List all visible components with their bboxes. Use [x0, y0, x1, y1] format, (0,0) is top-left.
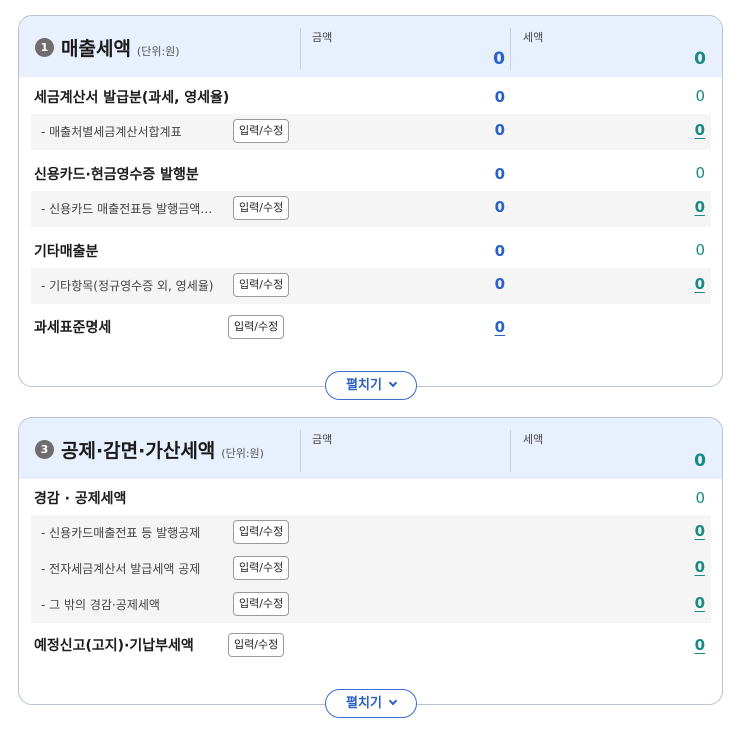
column-divider [300, 430, 301, 472]
column-divider [510, 430, 511, 472]
row-amount: 0 [494, 275, 505, 293]
panel-header: 3 공제·감면·가산세액 (단위:원) 금액 세액 0 [19, 418, 722, 479]
edit-button[interactable]: 입력/수정 [233, 520, 290, 544]
total-amount: 0 [493, 49, 505, 69]
row-label: 세금계산서 발급분(과세, 영세율) [34, 90, 230, 106]
row-amount: 0 [494, 198, 505, 216]
row-amount: 0 [494, 88, 505, 106]
list-item: - 신용카드 매출전표등 발행금액… 입력/수정 0 0 [31, 191, 711, 227]
edit-button[interactable]: 입력/수정 [233, 119, 290, 143]
row-label: - 매출처별세금계산서합계표 [41, 125, 182, 139]
sub-items-block: - 신용카드매출전표 등 발행공제 입력/수정 0 - 전자세금계산서 발급세액… [31, 515, 711, 623]
row-label: 기타매출분 [34, 244, 99, 260]
list-item: 예정신고(고지)·기납부세액 입력/수정 0 [19, 626, 722, 666]
row-tax-link[interactable]: 0 [645, 636, 705, 654]
panel-header: 1 매출세액 (단위:원) 금액 0 세액 0 [19, 16, 722, 77]
expand-label: 펼치기 [346, 378, 382, 393]
row-tax-link[interactable]: 0 [645, 275, 705, 293]
unit-label: (단위:원) [221, 447, 264, 460]
row-label: - 신용카드매출전표 등 발행공제 [41, 526, 201, 540]
row-label: 경감 · 공제세액 [34, 491, 127, 507]
row-tax: 0 [695, 164, 705, 182]
amount-column-header: 금액 [312, 31, 333, 44]
unit-label: (단위:원) [136, 45, 180, 58]
row-label: - 신용카드 매출전표등 발행금액… [41, 202, 213, 216]
amount-column-header: 금액 [312, 433, 333, 446]
list-item: - 그 밖의 경감·공제세액 입력/수정 0 [31, 587, 711, 623]
edit-button[interactable]: 입력/수정 [233, 556, 290, 580]
expand-button[interactable]: 펼치기 [325, 371, 417, 400]
column-divider [510, 28, 511, 70]
row-label: 예정신고(고지)·기납부세액 [34, 638, 194, 654]
list-item: 경감 · 공제세액 0 [19, 480, 722, 515]
row-amount-link[interactable]: 0 [445, 318, 505, 336]
list-item: - 기타항목(정규영수증 외, 영세율) 입력/수정 0 0 [31, 268, 711, 304]
list-item: 과세표준명세 입력/수정 0 [19, 308, 722, 348]
panel-title: 공제·감면·가산세액 (단위:원) [61, 436, 264, 463]
edit-button[interactable]: 입력/수정 [233, 273, 290, 297]
panel-title-text: 매출세액 [61, 38, 131, 60]
chevron-down-icon [388, 696, 398, 706]
total-tax: 0 [694, 451, 706, 471]
row-label: - 전자세금계산서 발급세액 공제 [41, 562, 201, 576]
tax-column-header: 세액 [523, 433, 544, 446]
sales-tax-panel: 1 매출세액 (단위:원) 금액 0 세액 0 세금계산서 발급분(과세, 영세율… [18, 15, 723, 387]
panel-title: 매출세액 (단위:원) [61, 34, 180, 61]
row-amount: 0 [494, 165, 505, 183]
row-tax-link[interactable]: 0 [645, 121, 705, 139]
column-divider [300, 28, 301, 70]
row-tax: 0 [695, 489, 705, 507]
row-tax-link[interactable]: 0 [645, 522, 705, 540]
list-item: - 전자세금계산서 발급세액 공제 입력/수정 0 [31, 551, 711, 587]
list-item: - 신용카드매출전표 등 발행공제 입력/수정 0 [31, 515, 711, 551]
row-label: 과세표준명세 [34, 320, 112, 336]
row-label: 신용카드·현금영수증 발행분 [34, 167, 199, 183]
edit-button[interactable]: 입력/수정 [228, 633, 285, 657]
panel-title-text: 공제·감면·가산세액 [61, 440, 216, 462]
deduction-panel: 3 공제·감면·가산세액 (단위:원) 금액 세액 0 경감 · 공제세액 0 -… [18, 417, 723, 705]
list-item: 신용카드·현금영수증 발행분 0 0 [19, 155, 722, 191]
list-item: 기타매출분 0 0 [19, 232, 722, 268]
row-amount: 0 [494, 242, 505, 260]
edit-button[interactable]: 입력/수정 [233, 196, 290, 220]
section-number-badge: 3 [35, 440, 54, 459]
list-item: 세금계산서 발급분(과세, 영세율) 0 0 [19, 78, 722, 114]
tax-column-header: 세액 [523, 31, 544, 44]
edit-button[interactable]: 입력/수정 [233, 592, 290, 616]
total-tax: 0 [694, 49, 706, 69]
row-tax-link[interactable]: 0 [645, 594, 705, 612]
expand-button[interactable]: 펼치기 [325, 689, 417, 718]
row-tax-link[interactable]: 0 [645, 198, 705, 216]
section-number-badge: 1 [35, 38, 54, 57]
row-tax: 0 [695, 87, 705, 105]
row-tax: 0 [695, 241, 705, 259]
row-label: - 기타항목(정규영수증 외, 영세율) [41, 279, 214, 293]
list-item: - 매출처별세금계산서합계표 입력/수정 0 0 [31, 114, 711, 150]
row-tax-link[interactable]: 0 [645, 558, 705, 576]
expand-label: 펼치기 [346, 696, 382, 711]
row-label: - 그 밖의 경감·공제세액 [41, 598, 160, 612]
chevron-down-icon [388, 378, 398, 388]
edit-button[interactable]: 입력/수정 [228, 315, 285, 339]
row-amount: 0 [494, 121, 505, 139]
